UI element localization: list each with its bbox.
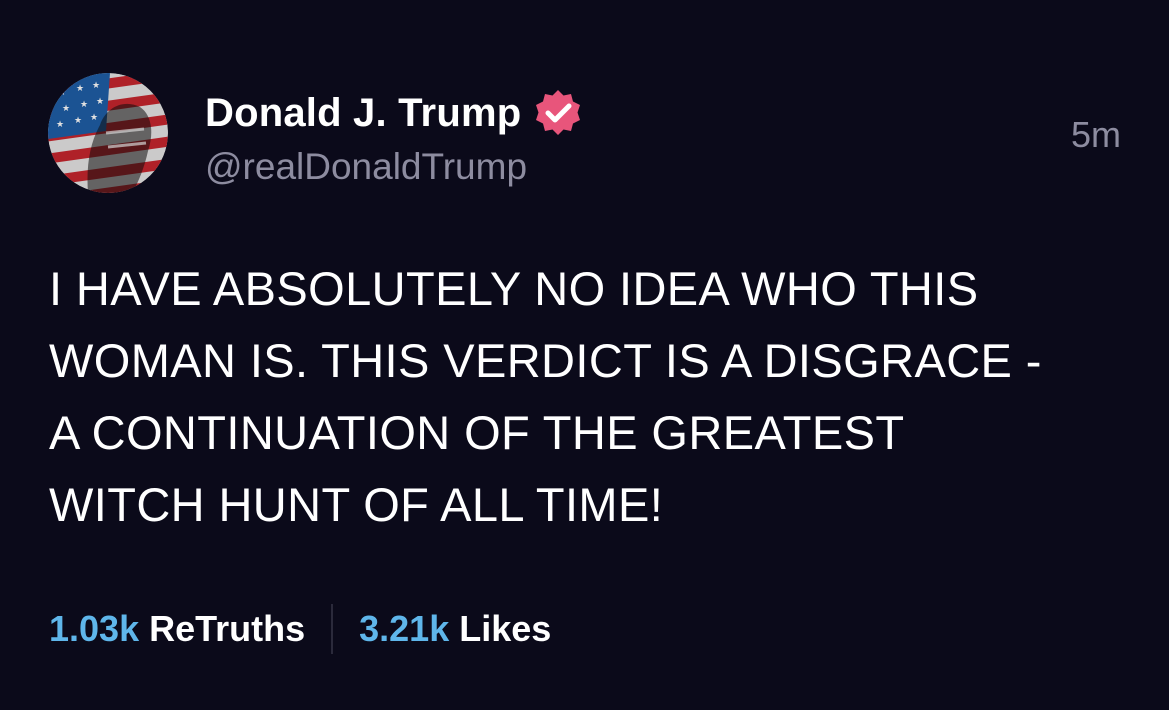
post-body-text: I HAVE ABSOLUTELY NO IDEA WHO THIS WOMAN… bbox=[49, 262, 1042, 531]
likes-count: 3.21k bbox=[359, 608, 450, 649]
retruths-label: ReTruths bbox=[149, 608, 306, 649]
verified-badge-icon bbox=[536, 90, 581, 135]
retruths-count: 1.03k bbox=[49, 608, 140, 649]
post-stats: 1.03k ReTruths 3.21k Likes bbox=[49, 603, 551, 655]
author-display-name[interactable]: Donald J. Trump bbox=[205, 91, 521, 136]
author-handle[interactable]: @realDonaldTrump bbox=[205, 146, 527, 188]
post-timestamp[interactable]: 5m bbox=[1071, 114, 1121, 156]
stats-divider bbox=[331, 604, 334, 654]
retruths-stat[interactable]: 1.03k ReTruths bbox=[49, 608, 305, 650]
avatar-flag-portrait-icon: ★ ★ ★ ★ ★ ★ ★ ★ ★ bbox=[48, 73, 168, 193]
author-name-row: Donald J. Trump bbox=[205, 86, 583, 140]
truth-post: ★ ★ ★ ★ ★ ★ ★ ★ ★ Donald J. Trump @realDonaldT… bbox=[0, 0, 1169, 710]
likes-label: Likes bbox=[459, 608, 552, 649]
likes-stat[interactable]: 3.21k Likes bbox=[359, 608, 551, 650]
avatar[interactable]: ★ ★ ★ ★ ★ ★ ★ ★ ★ bbox=[48, 73, 168, 193]
